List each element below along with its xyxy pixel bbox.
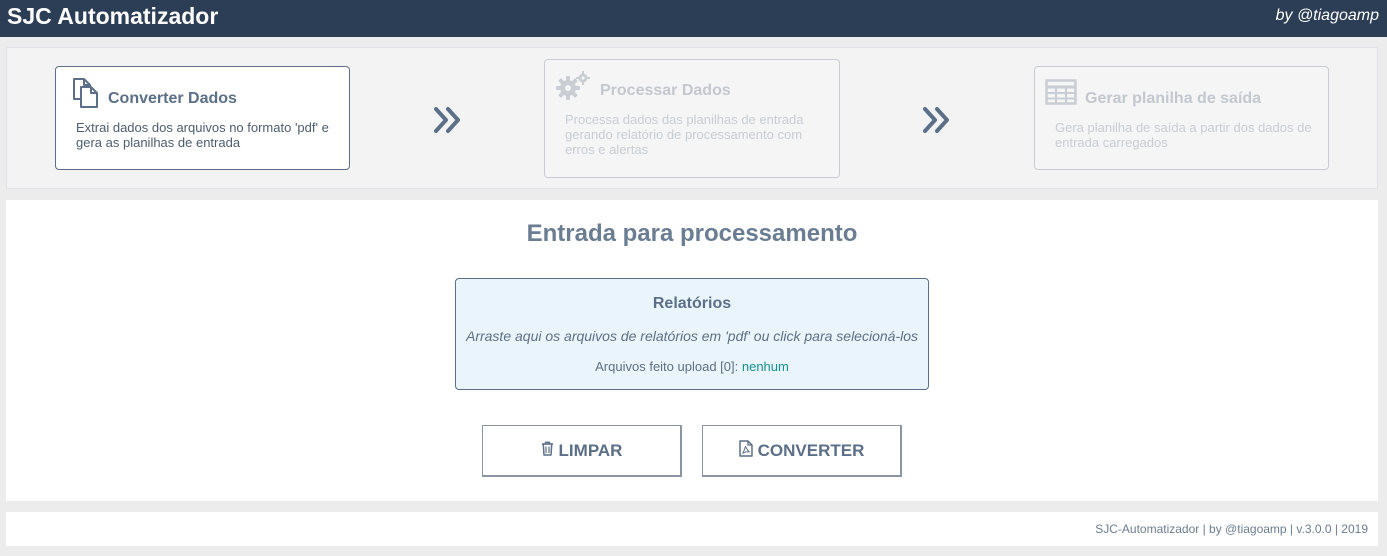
step-description: Gera planilha de saída a partir dos dado… — [1055, 120, 1312, 150]
section-title: Entrada para processamento — [526, 220, 858, 247]
dropzone-title: Relatórios — [652, 295, 732, 312]
relatorios-dropzone[interactable]: Relatórios Arraste aqui os arquivos de r… — [455, 278, 929, 390]
double-chevron-right-icon — [922, 106, 952, 139]
uploaded-files-status: Arquivos feito upload [0]: nenhum — [456, 359, 928, 375]
top-bar: SJC Automatizador by @tiagoamp — [0, 0, 1387, 37]
step-description: Processa dados das planilhas de entrada … — [565, 112, 804, 157]
table-icon — [1045, 79, 1077, 110]
footer: SJC-Automatizador | by @tiagoamp | v.3.0… — [6, 512, 1378, 546]
limpar-button[interactable]: LIMPAR — [482, 425, 682, 477]
uploaded-files-value: nenhum — [741, 359, 789, 374]
step-gerar-planilha[interactable]: Gerar planilha de saída Gera planilha de… — [1034, 66, 1329, 170]
app-title: SJC Automatizador — [7, 3, 219, 29]
workflow-steps: Converter Dados Extrai dados dos arquivo… — [6, 47, 1378, 189]
copy-documents-icon — [66, 77, 100, 114]
converter-button[interactable]: CONVERTER — [702, 425, 902, 477]
step-processar-dados[interactable]: Processar Dados Processa dados das plani… — [544, 59, 840, 178]
step-description: Extrai dados dos arquivos no formato 'pd… — [76, 120, 329, 150]
dropzone-hint: Arraste aqui os arquivos de relatórios e… — [465, 328, 918, 344]
converter-label: CONVERTER — [757, 440, 865, 460]
double-chevron-right-icon — [433, 106, 463, 139]
gears-icon — [555, 70, 591, 107]
limpar-label: LIMPAR — [558, 440, 623, 460]
main-panel: Entrada para processamento Relatórios Ar… — [6, 200, 1378, 501]
step-title: Converter Dados — [108, 90, 237, 107]
step-title: Gerar planilha de saída — [1085, 90, 1262, 107]
trash-icon — [541, 441, 554, 461]
step-converter-dados[interactable]: Converter Dados Extrai dados dos arquivo… — [55, 66, 350, 170]
uploaded-files-label: Arquivos feito upload [0]: — [595, 359, 739, 374]
footer-text: SJC-Automatizador | by @tiagoamp | v.3.0… — [1095, 522, 1368, 536]
step-title: Processar Dados — [600, 82, 731, 99]
author-byline: by @tiagoamp — [1275, 7, 1379, 24]
pdf-file-icon — [738, 439, 753, 462]
